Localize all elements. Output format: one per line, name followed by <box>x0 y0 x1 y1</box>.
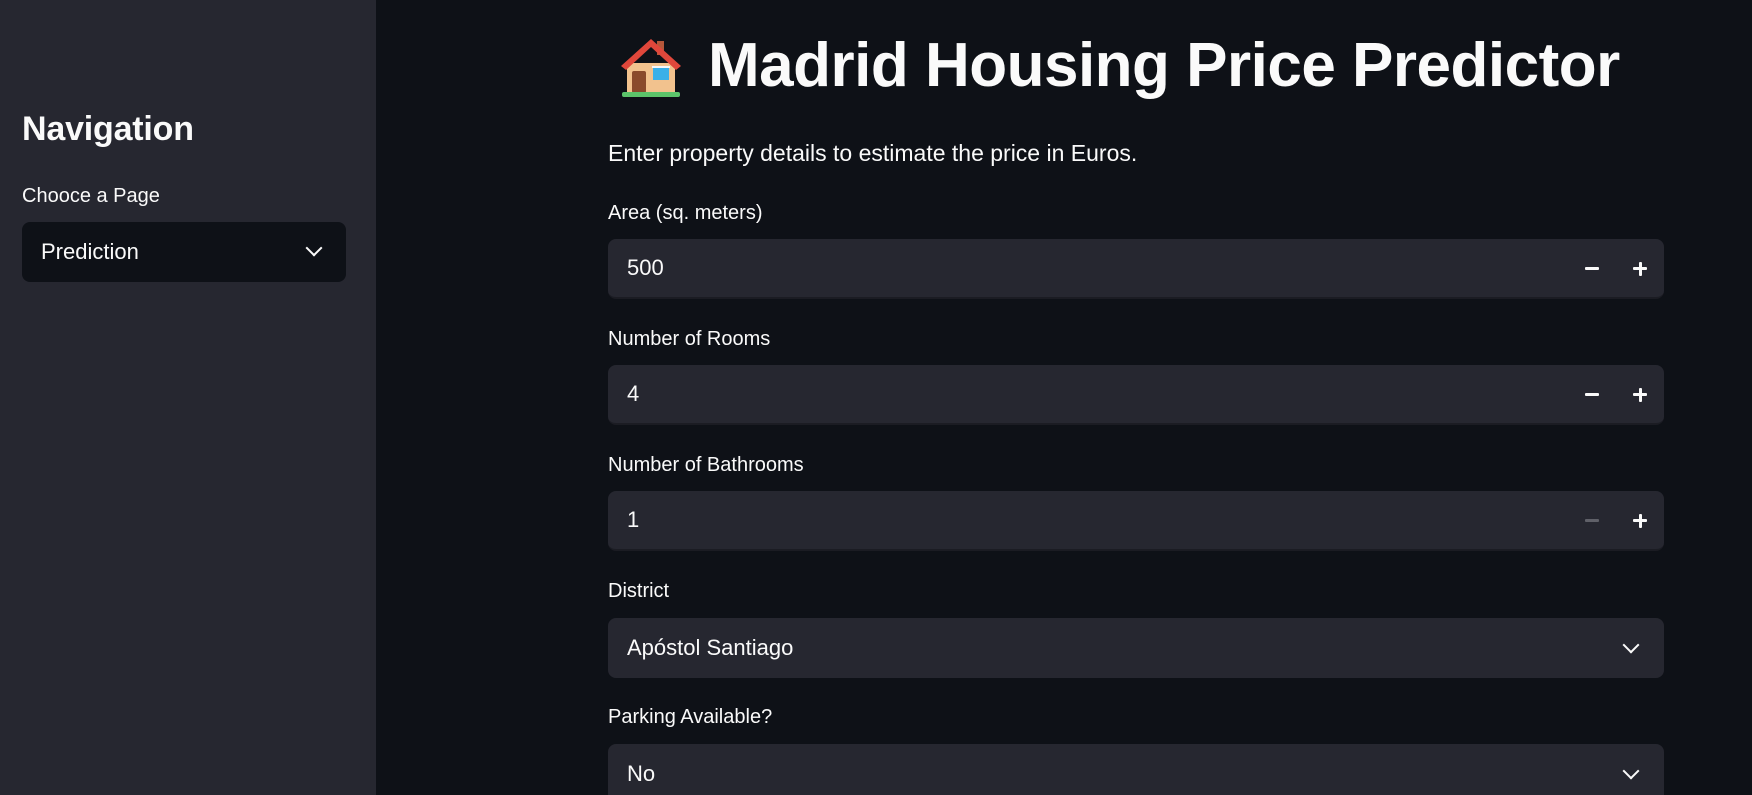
area-value: 500 <box>627 255 664 280</box>
rooms-decrement-button[interactable] <box>1568 365 1616 423</box>
area-increment-button[interactable] <box>1616 239 1664 297</box>
page-title: Madrid Housing Price Predictor <box>708 31 1620 100</box>
bathrooms-stepper <box>1568 491 1664 549</box>
rooms-stepper <box>1568 365 1664 423</box>
page-select[interactable]: Prediction <box>22 222 346 282</box>
app: Navigation Chooce a Page Prediction Madr… <box>0 0 1752 795</box>
minus-icon <box>1585 267 1599 270</box>
bathrooms-value: 1 <box>627 507 640 532</box>
bathrooms-decrement-button[interactable] <box>1568 491 1616 549</box>
bathrooms-label: Number of Bathrooms <box>608 454 804 476</box>
minus-icon <box>1585 393 1599 396</box>
house-icon <box>621 38 681 97</box>
rooms-label: Number of Rooms <box>608 328 771 350</box>
area-label: Area (sq. meters) <box>608 202 763 224</box>
page-select-value: Prediction <box>41 239 139 264</box>
district-value: Apóstol Santiago <box>627 635 794 660</box>
parking-label: Parking Available? <box>608 706 773 728</box>
title-row: Madrid Housing Price Predictor <box>618 30 1620 101</box>
chevron-down-icon <box>1622 636 1640 654</box>
sidebar-title: Navigation <box>22 110 194 148</box>
district-label: District <box>608 580 670 602</box>
sidebar: Navigation Chooce a Page Prediction <box>0 0 376 795</box>
bathrooms-increment-button[interactable] <box>1616 491 1664 549</box>
parking-select[interactable]: No <box>608 744 1664 795</box>
chevron-down-icon <box>1622 762 1640 780</box>
area-input[interactable]: 500 <box>608 239 1664 299</box>
bathrooms-input[interactable]: 1 <box>608 491 1664 551</box>
district-select[interactable]: Apóstol Santiago <box>608 618 1664 678</box>
rooms-input[interactable]: 4 <box>608 365 1664 425</box>
area-stepper <box>1568 239 1664 297</box>
rooms-increment-button[interactable] <box>1616 365 1664 423</box>
parking-value: No <box>627 761 656 786</box>
chevron-down-icon <box>305 239 323 257</box>
page-select-label: Chooce a Page <box>22 185 160 207</box>
area-decrement-button[interactable] <box>1568 239 1616 297</box>
minus-icon <box>1585 519 1599 522</box>
page-subtitle: Enter property details to estimate the p… <box>608 140 1138 166</box>
rooms-value: 4 <box>627 381 640 406</box>
